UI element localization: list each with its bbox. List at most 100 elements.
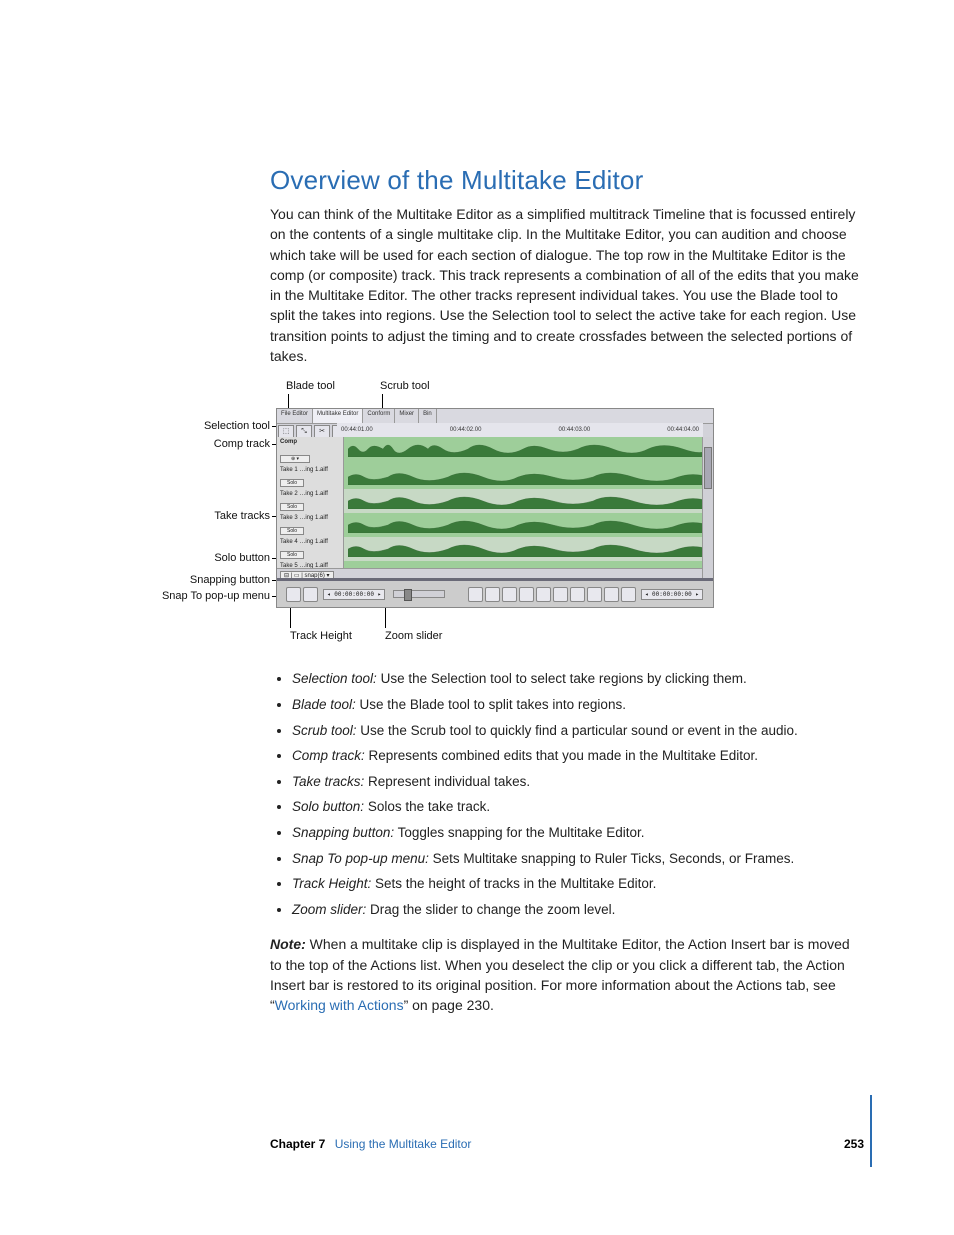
definition-item: Zoom slider: Drag the slider to change t… xyxy=(292,899,864,921)
definition-desc: Use the Selection tool to select take re… xyxy=(377,671,747,686)
definition-term: Snapping button: xyxy=(292,825,394,840)
timecode-left[interactable]: ◂ 00:00:00:00 ▸ xyxy=(323,589,385,600)
loop-button[interactable] xyxy=(604,587,619,602)
comp-track-label: Comp ⊕ ▾ xyxy=(277,437,344,465)
annotated-figure: Blade tool Scrub tool Selection tool Com… xyxy=(160,380,720,660)
definition-item: Track Height: Sets the height of tracks … xyxy=(292,873,864,895)
heading: Overview of the Multitake Editor xyxy=(270,165,864,196)
editor-tabs: File Editor Multitake Editor Conform Mix… xyxy=(277,409,713,424)
footer-title: Using the Multitake Editor xyxy=(335,1137,472,1151)
solo-button[interactable]: Solo xyxy=(280,527,304,535)
callout-zoom-slider: Zoom slider xyxy=(385,630,442,642)
note-text-b: ” on page 230. xyxy=(404,997,494,1013)
callout-snap-to-menu: Snap To pop-up menu xyxy=(140,590,270,602)
definition-term: Solo button: xyxy=(292,799,364,814)
note-link[interactable]: Working with Actions xyxy=(275,997,404,1013)
definition-item: Solo button: Solos the take track. xyxy=(292,796,864,818)
take-wave-area[interactable] xyxy=(344,513,713,537)
callout-selection-tool: Selection tool xyxy=(160,420,270,432)
take-track-label: Take 4 …ing 1.aiffSolo xyxy=(277,537,344,561)
solo-button[interactable]: Solo xyxy=(280,503,304,511)
definition-term: Snap To pop-up menu: xyxy=(292,851,429,866)
thumb-index-bar xyxy=(870,1095,872,1167)
callout-scrub-tool: Scrub tool xyxy=(380,380,430,392)
ruler-tick: 00:44:01.00 xyxy=(341,427,373,433)
vertical-scrollbar[interactable] xyxy=(702,437,713,591)
fwd-button[interactable] xyxy=(553,587,568,602)
definition-term: Selection tool: xyxy=(292,671,377,686)
ruler-tick: 00:44:02.00 xyxy=(450,427,482,433)
tab-file-editor[interactable]: File Editor xyxy=(277,409,313,423)
rewind-button[interactable] xyxy=(536,587,551,602)
comp-track-wave[interactable] xyxy=(344,437,713,465)
comp-label-text: Comp xyxy=(280,439,340,445)
ruler-tick: 00:44:03.00 xyxy=(559,427,591,433)
ruler-tick: 00:44:04.00 xyxy=(667,427,699,433)
definition-item: Selection tool: Use the Selection tool t… xyxy=(292,668,864,690)
note-label: Note: xyxy=(270,936,306,952)
take-wave-area[interactable] xyxy=(344,489,713,513)
take-track-row: Take 3 …ing 1.aiffSolo xyxy=(277,513,713,538)
comp-menu-button[interactable]: ⊕ ▾ xyxy=(280,455,310,463)
transport-bar: ◂ 00:00:00:00 ▸ ◂ 00:00:00:00 ▸ xyxy=(277,578,713,607)
end-button[interactable] xyxy=(587,587,602,602)
definition-desc: Sets the height of tracks in the Multita… xyxy=(371,876,656,891)
tab-mixer[interactable]: Mixer xyxy=(395,409,419,423)
definition-desc: Use the Blade tool to split takes into r… xyxy=(356,697,626,712)
definition-term: Blade tool: xyxy=(292,697,356,712)
footer-page-number: 253 xyxy=(844,1137,864,1151)
definition-term: Take tracks: xyxy=(292,774,364,789)
prev-button[interactable] xyxy=(519,587,534,602)
take-track-label: Take 2 …ing 1.aiffSolo xyxy=(277,489,344,513)
definition-item: Snap To pop-up menu: Sets Multitake snap… xyxy=(292,848,864,870)
page-footer: Chapter 7 Using the Multitake Editor 253 xyxy=(270,1137,864,1151)
definition-desc: Sets Multitake snapping to Ruler Ticks, … xyxy=(429,851,794,866)
definition-item: Blade tool: Use the Blade tool to split … xyxy=(292,694,864,716)
next-button[interactable] xyxy=(570,587,585,602)
tab-multitake-editor[interactable]: Multitake Editor xyxy=(313,409,363,423)
take-track-row: Take 4 …ing 1.aiffSolo xyxy=(277,537,713,562)
solo-button[interactable]: Solo xyxy=(280,479,304,487)
definition-desc: Toggles snapping for the Multitake Edito… xyxy=(394,825,644,840)
definition-item: Take tracks: Represent individual takes. xyxy=(292,771,864,793)
definition-term: Comp track: xyxy=(292,748,365,763)
mon-button[interactable] xyxy=(621,587,636,602)
record-button[interactable] xyxy=(468,587,483,602)
take-track-row: Take 2 …ing 1.aiffSolo xyxy=(277,489,713,514)
take-wave-area[interactable] xyxy=(344,537,713,561)
page: Overview of the Multitake Editor You can… xyxy=(0,0,954,1235)
take-wave-area[interactable] xyxy=(344,465,713,489)
take-track-label: Take 3 …ing 1.aiffSolo xyxy=(277,513,344,537)
tab-conform[interactable]: Conform xyxy=(363,409,395,423)
play-button[interactable] xyxy=(485,587,500,602)
time-ruler[interactable]: 00:44:01.00 00:44:02.00 00:44:03.00 00:4… xyxy=(337,423,703,438)
zoom-slider[interactable] xyxy=(393,590,445,598)
tab-bin[interactable]: Bin xyxy=(419,409,437,423)
callout-comp-track: Comp track xyxy=(160,438,270,450)
link-button[interactable] xyxy=(303,587,318,602)
callout-snapping-button: Snapping button xyxy=(160,574,270,586)
take-track-row: Take 1 …ing 1.aiffSolo xyxy=(277,465,713,490)
callout-take-tracks: Take tracks xyxy=(160,510,270,522)
intro-paragraph: You can think of the Multitake Editor as… xyxy=(270,204,864,366)
definition-item: Snapping button: Toggles snapping for th… xyxy=(292,822,864,844)
definition-term: Zoom slider: xyxy=(292,902,366,917)
definition-item: Scrub tool: Use the Scrub tool to quickl… xyxy=(292,720,864,742)
rtb-button[interactable] xyxy=(502,587,517,602)
callout-blade-tool: Blade tool xyxy=(286,380,335,392)
track-height-button[interactable] xyxy=(286,587,301,602)
definition-desc: Drag the slider to change the zoom level… xyxy=(366,902,615,917)
note-paragraph: Note: When a multitake clip is displayed… xyxy=(270,934,864,1015)
footer-chapter: Chapter 7 xyxy=(270,1137,325,1151)
timecode-right[interactable]: ◂ 00:00:00:00 ▸ xyxy=(641,589,703,600)
solo-button[interactable]: Solo xyxy=(280,551,304,559)
definition-term: Scrub tool: xyxy=(292,723,357,738)
definition-item: Comp track: Represents combined edits th… xyxy=(292,745,864,767)
definition-term: Track Height: xyxy=(292,876,371,891)
definition-desc: Represents combined edits that you made … xyxy=(365,748,758,763)
definitions-list: Selection tool: Use the Selection tool t… xyxy=(270,668,864,920)
take-track-label: Take 1 …ing 1.aiffSolo xyxy=(277,465,344,489)
callout-track-height: Track Height xyxy=(290,630,352,642)
definition-desc: Solos the take track. xyxy=(364,799,490,814)
callout-solo-button: Solo button xyxy=(160,552,270,564)
